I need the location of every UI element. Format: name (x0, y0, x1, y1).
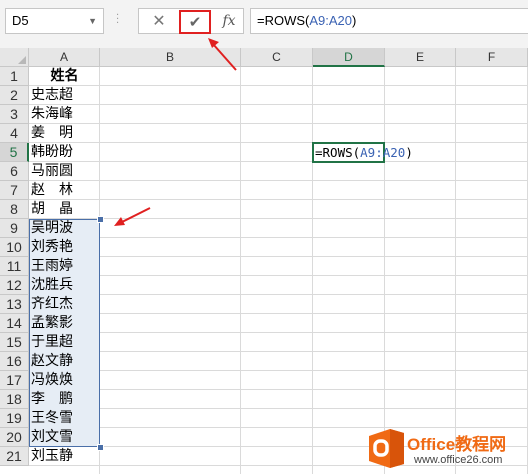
gridline-horizontal (29, 408, 528, 409)
gridline-horizontal (29, 332, 528, 333)
column-header-c[interactable]: C (241, 48, 313, 67)
column-header-a[interactable]: A (29, 48, 100, 67)
range-resize-handle[interactable] (97, 216, 104, 223)
office-logo-icon (369, 429, 404, 468)
cell-a3-name[interactable]: 朱海峰 (31, 105, 73, 124)
cell-d5-formula: =ROWS(A9:A20) (315, 143, 413, 162)
formula-prefix: =ROWS( (257, 13, 310, 28)
cell-a19-name[interactable]: 王冬雪 (31, 409, 73, 428)
row-header-2[interactable]: 2 (0, 86, 29, 105)
row-header-1[interactable]: 1 (0, 67, 29, 86)
insert-function-icon[interactable]: fx (217, 9, 241, 33)
row-header-6[interactable]: 6 (0, 162, 29, 181)
cell-a18-name[interactable]: 李 鹏 (31, 390, 73, 409)
gridline-horizontal (29, 199, 528, 200)
row-header-3[interactable]: 3 (0, 105, 29, 124)
gridline-horizontal (29, 123, 528, 124)
cell-a6-name[interactable]: 马丽圆 (31, 162, 73, 181)
gridline-horizontal (29, 85, 528, 86)
cell-a13-name[interactable]: 齐红杰 (31, 295, 73, 314)
cell-a5-name[interactable]: 韩盼盼 (31, 143, 73, 162)
cell-a16-name[interactable]: 赵文静 (31, 352, 73, 371)
watermark-brand: Office教程网 (407, 435, 507, 454)
cell-a1-header[interactable]: 姓名 (29, 67, 100, 86)
watermark-url: www.office26.com (414, 454, 503, 466)
gridline-vertical (240, 67, 241, 474)
watermark-logo: Office教程网 www.office26.com (362, 423, 528, 474)
formula-bar-area: D5 ▼ · · · ✕ ✔ fx =ROWS(A9:A20) (0, 0, 528, 48)
gridline-vertical (312, 67, 313, 474)
cancel-icon[interactable]: ✕ (147, 9, 171, 33)
cell-a17-name[interactable]: 冯焕焕 (31, 371, 73, 390)
row-header-16[interactable]: 16 (0, 352, 29, 371)
row-header-17[interactable]: 17 (0, 371, 29, 390)
cell-a15-name[interactable]: 于里超 (31, 333, 73, 352)
cell-a12-name[interactable]: 沈胜兵 (31, 276, 73, 295)
worksheet-grid: ABCDEF 1 2 3 4 5 6 7 8 9 10 11 12 13 14 15 16 17 18 19 20 21… (0, 48, 528, 474)
formula-suffix: ) (352, 13, 357, 28)
resize-grip-icon[interactable]: · · · (116, 11, 119, 29)
cell-a14-name[interactable]: 孟繁影 (31, 314, 73, 333)
row-header-19[interactable]: 19 (0, 409, 29, 428)
row-header-14[interactable]: 14 (0, 314, 29, 333)
cell-a9-name[interactable]: 吴明波 (31, 219, 73, 238)
cell-a7-name[interactable]: 赵 林 (31, 181, 73, 200)
name-box-value: D5 (12, 13, 29, 28)
gridline-horizontal (29, 389, 528, 390)
annotation-arrow-to-enter-icon (208, 38, 237, 71)
row-header-5[interactable]: 5 (0, 143, 29, 162)
cell-a21-name[interactable]: 刘玉静 (31, 447, 73, 466)
column-header-d[interactable]: D (313, 48, 385, 67)
row-header-20[interactable]: 20 (0, 428, 29, 447)
gridline-vertical (455, 67, 456, 474)
annotation-arrow-to-selection (114, 207, 151, 226)
row-header-21[interactable]: 21 (0, 447, 29, 466)
cell-a11-name[interactable]: 王雨婷 (31, 257, 73, 276)
gridline-horizontal (29, 142, 528, 143)
range-resize-handle[interactable] (97, 444, 104, 451)
row-header-11[interactable]: 11 (0, 257, 29, 276)
formula-reference: A9:A20 (309, 13, 353, 28)
gridline-horizontal (29, 237, 528, 238)
name-box[interactable]: D5 ▼ (5, 8, 104, 34)
row-header-18[interactable]: 18 (0, 390, 29, 409)
formula-input[interactable]: =ROWS(A9:A20) (250, 8, 528, 34)
row-header-4[interactable]: 4 (0, 124, 29, 143)
cell-area[interactable]: 姓名 史志超 朱海峰姜 明韩盼盼 马丽圆赵 林胡 晶吴明波 刘秀艳 王雨婷 沈胜兵 齐红杰 孟繁… (29, 67, 528, 474)
row-header-7[interactable]: 7 (0, 181, 29, 200)
cell-a2-name[interactable]: 史志超 (31, 86, 73, 105)
row-header-12[interactable]: 12 (0, 276, 29, 295)
gridline-horizontal (29, 104, 528, 105)
gridline-horizontal (29, 275, 528, 276)
cell-a20-name[interactable]: 刘文雪 (31, 428, 73, 447)
row-header-8[interactable]: 8 (0, 200, 29, 219)
formula-buttons: ✕ ✔ fx (138, 8, 244, 34)
column-header-f[interactable]: F (456, 48, 528, 67)
cell-a4-name[interactable]: 姜 明 (31, 124, 73, 143)
cell-formula-suffix: ) (405, 145, 413, 160)
gridline-horizontal (29, 161, 528, 162)
row-header-10[interactable]: 10 (0, 238, 29, 257)
gridline-horizontal (29, 256, 528, 257)
cell-formula-reference: A9:A20 (360, 145, 406, 160)
enter-check-icon[interactable]: ✔ (179, 10, 211, 34)
cell-a10-name[interactable]: 刘秀艳 (31, 238, 73, 257)
cell-formula-prefix: =ROWS( (315, 145, 361, 160)
gridline-horizontal (29, 351, 528, 352)
gridline-horizontal (29, 313, 528, 314)
gridline-vertical (384, 67, 385, 474)
row-header-15[interactable]: 15 (0, 333, 29, 352)
cell-a8-name[interactable]: 胡 晶 (31, 200, 73, 219)
gridline-horizontal (29, 370, 528, 371)
chevron-down-icon[interactable]: ▼ (88, 9, 97, 33)
row-header-13[interactable]: 13 (0, 295, 29, 314)
gridline-horizontal (29, 180, 528, 181)
gridline-horizontal (29, 294, 528, 295)
select-all-corner[interactable] (0, 48, 29, 67)
column-header-e[interactable]: E (385, 48, 456, 67)
row-header-9[interactable]: 9 (0, 219, 29, 238)
